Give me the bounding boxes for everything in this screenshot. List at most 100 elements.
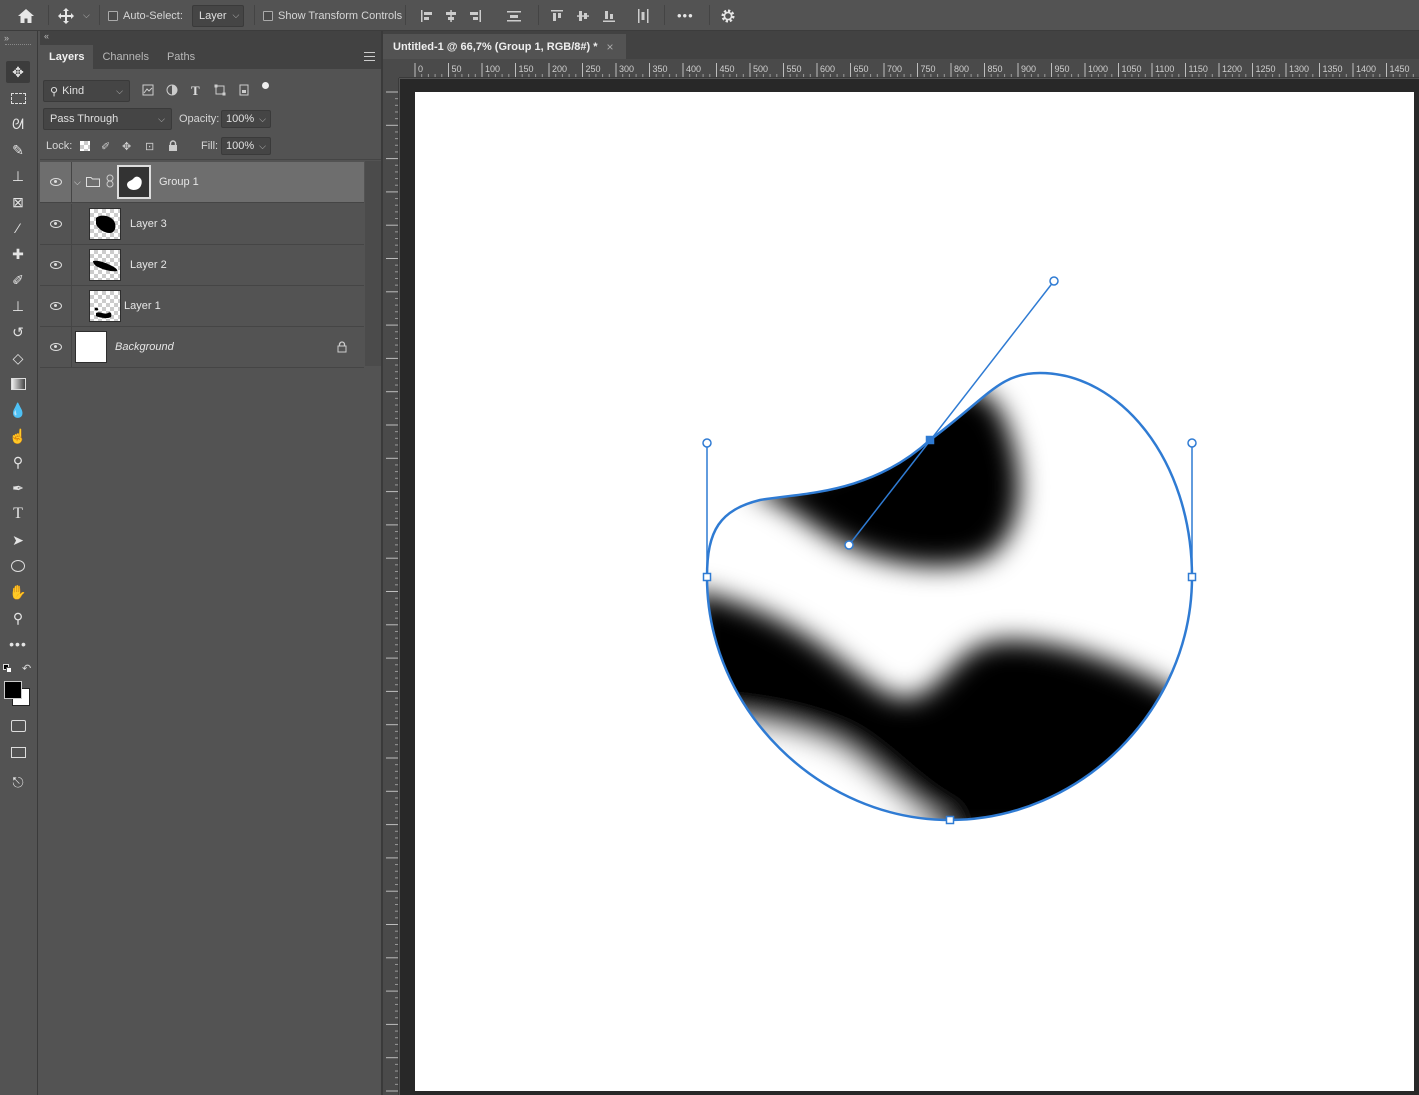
align-bottom-icon[interactable] (602, 9, 616, 23)
layer-mask-thumbnail[interactable] (117, 165, 151, 199)
close-icon[interactable]: × (606, 40, 613, 54)
layer-row-group-1[interactable]: ⌵ Group 1 (40, 162, 364, 203)
default-colors-icon[interactable] (3, 664, 12, 673)
ruler-label: 1400 (1356, 64, 1377, 74)
ruler-origin[interactable] (383, 59, 399, 78)
gradient-icon[interactable] (6, 373, 30, 395)
swap-colors-icon[interactable]: ↶ (22, 662, 31, 675)
blur-icon[interactable]: 💧 (6, 399, 30, 421)
layer-thumbnail (75, 331, 107, 363)
screen-mode-icon[interactable] (6, 741, 30, 763)
layer-row-layer-1[interactable]: Layer 1 (40, 286, 364, 327)
document-canvas[interactable] (415, 92, 1414, 1091)
document-tab[interactable]: Untitled-1 @ 66,7% (Group 1, RGB/8#) * × (383, 34, 626, 59)
link-icon[interactable] (106, 174, 114, 188)
chevron-down-icon[interactable]: ⌵ (74, 177, 81, 188)
move-tool-preset-button[interactable]: ⌵ (56, 0, 90, 31)
tab-layers[interactable]: Layers (40, 45, 94, 69)
visibility-eye-icon[interactable] (50, 220, 62, 228)
smudge-icon[interactable]: ☝ (6, 425, 30, 447)
dodge-icon[interactable]: ⚲ (6, 451, 30, 473)
panel-menu-icon[interactable] (364, 52, 375, 61)
more-tools-icon[interactable]: ••• (6, 633, 30, 655)
more-options-button[interactable]: ••• (677, 0, 694, 31)
tab-paths[interactable]: Paths (158, 45, 204, 69)
stamp-icon[interactable]: ⊥ (6, 295, 30, 317)
visibility-eye-icon[interactable] (50, 343, 62, 351)
lock-image-icon[interactable]: ✐ (101, 140, 110, 153)
share-icon[interactable]: ⎋ (6, 771, 30, 793)
blend-mode-value: Pass Through (50, 113, 119, 125)
foreground-color-swatch[interactable] (4, 681, 22, 699)
quick-mask-icon[interactable] (6, 715, 30, 737)
align-right-icon[interactable] (468, 9, 482, 23)
collapse-arrows-icon[interactable]: « (44, 31, 49, 41)
layer-row-layer-3[interactable]: Layer 3 (40, 204, 364, 245)
healing-icon[interactable]: ✚ (6, 243, 30, 265)
filter-pixel-icon[interactable] (142, 84, 154, 96)
lock-all-icon[interactable] (168, 140, 178, 152)
pen-icon[interactable]: ✒ (6, 477, 30, 499)
align-horizontal-center-icon[interactable] (444, 9, 458, 23)
path-select-icon[interactable]: ➤ (6, 529, 30, 551)
horizontal-ruler[interactable]: 0 50 100 150 200 250 300 350 400 450 500 550 600 650 7… (399, 59, 1419, 78)
crop-icon[interactable]: ⊥ (6, 165, 30, 187)
opacity-input[interactable]: 100% ⌵ (221, 110, 271, 128)
lock-label: Lock: (46, 140, 73, 152)
folder-icon (86, 177, 100, 187)
align-vertical-center-icon[interactable] (576, 9, 590, 23)
filter-toggle-icon[interactable] (262, 82, 269, 89)
layer-thumbnail (89, 208, 121, 240)
lock-transparent-icon[interactable] (80, 141, 90, 151)
hand-icon[interactable]: ✋ (6, 581, 30, 603)
tab-channels[interactable]: Channels (93, 45, 157, 69)
checkbox-icon[interactable] (263, 10, 273, 21)
layer-name: Background (115, 341, 174, 353)
frame-icon[interactable]: ⊠ (6, 191, 30, 213)
layers-scrollbar[interactable] (365, 161, 381, 366)
eraser-icon[interactable]: ◇ (6, 347, 30, 369)
distribute-vertical-icon[interactable] (636, 0, 650, 31)
brush-icon[interactable]: ✐ (6, 269, 30, 291)
history-brush-icon[interactable]: ↺ (6, 321, 30, 343)
visibility-eye-icon[interactable] (50, 302, 62, 310)
auto-select-target-dropdown[interactable]: Layer ⌵ (192, 4, 244, 27)
visibility-eye-icon[interactable] (50, 178, 62, 186)
lasso-icon[interactable]: ᘛ (6, 113, 30, 135)
vertical-ruler[interactable] (383, 78, 399, 1095)
eyedropper-icon[interactable]: ⁄ (6, 217, 30, 239)
quick-select-icon[interactable]: ✎ (6, 139, 30, 161)
marquee-icon[interactable] (6, 87, 30, 109)
filter-type-icon[interactable]: T (191, 83, 200, 99)
filter-adjustment-icon[interactable] (166, 84, 178, 96)
visibility-eye-icon[interactable] (50, 261, 62, 269)
ruler-label: 200 (552, 64, 568, 74)
type-icon[interactable]: T (6, 503, 30, 525)
chevron-down-icon[interactable]: ⌵ (259, 141, 266, 152)
distribute-horizontal-icon[interactable] (506, 0, 522, 31)
fill-input[interactable]: 100% ⌵ (221, 137, 271, 155)
layer-row-layer-2[interactable]: Layer 2 (40, 245, 364, 286)
layer-row-background[interactable]: Background (40, 327, 364, 368)
filter-kind-dropdown[interactable]: ⚲ Kind ⌵ (43, 80, 130, 102)
ruler-label: 450 (719, 64, 735, 74)
show-transform-controls-checkbox[interactable]: Show Transform Controls (263, 0, 402, 31)
blend-mode-dropdown[interactable]: Pass Through ⌵ (43, 108, 172, 130)
lock-position-icon[interactable]: ✥ (122, 140, 131, 153)
chevron-down-icon: ⌵ (232, 10, 240, 20)
filter-smart-object-icon[interactable] (238, 84, 250, 96)
toolbar-grip[interactable] (5, 44, 31, 46)
align-left-icon[interactable] (420, 9, 434, 23)
chevron-down-icon[interactable]: ⌵ (259, 114, 266, 125)
align-top-icon[interactable] (550, 9, 564, 23)
auto-select-checkbox[interactable]: Auto-Select: (108, 0, 183, 31)
lock-artboard-icon[interactable]: ⊡ (145, 140, 154, 153)
gear-icon[interactable] (720, 0, 736, 31)
home-icon[interactable] (14, 0, 38, 31)
checkbox-icon[interactable] (108, 10, 118, 21)
collapse-arrows-icon[interactable]: » (4, 33, 9, 43)
zoom-icon[interactable]: ⚲ (6, 607, 30, 629)
filter-shape-icon[interactable] (214, 84, 226, 96)
move-icon[interactable]: ✥ (6, 61, 30, 83)
ellipse-icon[interactable] (6, 555, 30, 577)
